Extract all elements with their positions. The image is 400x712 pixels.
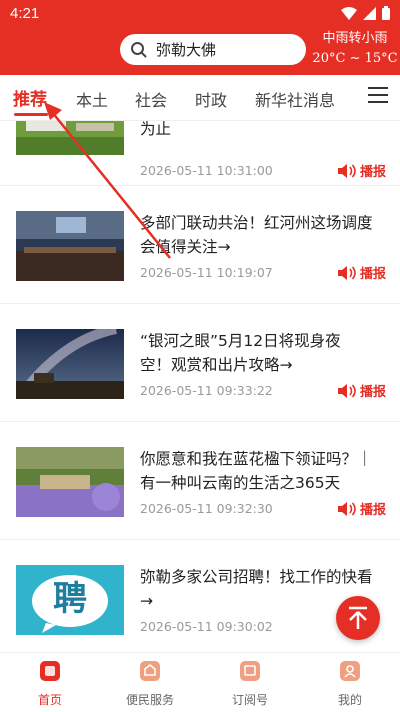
news-title: 为止 xyxy=(140,121,172,138)
search-icon xyxy=(131,41,147,58)
news-thumbnail xyxy=(16,447,124,517)
speaker-icon xyxy=(337,265,356,280)
signal-icon xyxy=(363,6,376,20)
nav-services[interactable]: 便民服务 xyxy=(110,659,190,708)
news-time: 2026-05-11 09:30:02 xyxy=(140,619,273,634)
news-thumbnail xyxy=(16,121,124,155)
scroll-to-top-button[interactable] xyxy=(336,596,380,640)
thumb-recruit-text: 聘 xyxy=(53,579,87,619)
nav-profile[interactable]: 我的 xyxy=(310,659,390,708)
news-time: 2026-05-11 10:19:07 xyxy=(140,265,273,280)
services-icon xyxy=(140,661,160,681)
audio-broadcast-button[interactable]: 播报 xyxy=(337,499,386,518)
speaker-icon xyxy=(337,501,356,516)
wifi-icon xyxy=(341,6,357,20)
audio-broadcast-button[interactable]: 播报 xyxy=(337,263,386,282)
speaker-icon xyxy=(337,383,356,398)
search-text: 弥勒大佛 xyxy=(156,41,217,59)
news-item[interactable]: 多部门联动共治！红河州这场调度 会值得关注→ 2026-05-11 10:19:… xyxy=(0,185,400,304)
news-time: 2026-05-11 10:31:00 xyxy=(140,163,273,178)
active-tab-indicator xyxy=(14,113,48,116)
news-time: 2026-05-11 09:33:22 xyxy=(140,383,273,398)
tab-politics[interactable]: 时政 xyxy=(195,87,227,111)
news-item[interactable]: 你愿意和我在蓝花楹下领证吗？｜ 有一种叫云南的生活之365天 2026-05-1… xyxy=(0,421,400,540)
news-title: 多部门联动共治！红河州这场调度 会值得关注→ xyxy=(140,214,373,256)
news-thumbnail xyxy=(16,329,124,399)
app-header: 4:21 弥勒大佛 中雨转小雨 20°C ~ 15°C xyxy=(0,0,400,75)
news-feed: 为止 2026-05-11 10:31:00 播报 多部门联动共治！红河州这场调… xyxy=(0,121,400,651)
category-tabs: 推荐 本土 社会 时政 新华社消息 xyxy=(0,75,400,121)
status-time: 4:21 xyxy=(10,5,40,22)
status-icons xyxy=(341,6,390,20)
menu-icon[interactable] xyxy=(368,87,388,105)
profile-icon xyxy=(340,661,360,681)
tab-local[interactable]: 本土 xyxy=(76,87,108,111)
battery-icon xyxy=(382,6,390,20)
nav-subscriptions[interactable]: 订阅号 xyxy=(210,659,290,708)
tab-recommend[interactable]: 推荐 xyxy=(13,85,47,110)
tab-society[interactable]: 社会 xyxy=(135,87,167,111)
speaker-icon xyxy=(337,163,356,178)
news-time: 2026-05-11 09:32:30 xyxy=(140,501,273,516)
audio-broadcast-button[interactable]: 播报 xyxy=(337,161,386,180)
news-item[interactable]: 为止 2026-05-11 10:31:00 播报 xyxy=(0,121,400,186)
news-thumbnail: 聘 xyxy=(16,565,124,635)
home-icon xyxy=(40,661,60,681)
weather-temperature: 20°C ~ 15°C xyxy=(312,51,398,66)
news-thumbnail xyxy=(16,211,124,281)
weather-condition: 中雨转小雨 xyxy=(322,31,388,46)
news-title: “银河之眼”5月12日将现身夜 空！观赏和出片攻略→ xyxy=(140,332,341,374)
nav-home[interactable]: 首页 xyxy=(10,659,90,708)
subscription-icon xyxy=(240,661,260,681)
weather-widget[interactable]: 中雨转小雨 20°C ~ 15°C xyxy=(312,30,398,68)
search-input[interactable]: 弥勒大佛 xyxy=(120,34,306,65)
bottom-nav: 首页 便民服务 订阅号 我的 xyxy=(0,652,400,712)
audio-broadcast-button[interactable]: 播报 xyxy=(337,381,386,400)
news-item[interactable]: “银河之眼”5月12日将现身夜 空！观赏和出片攻略→ 2026-05-11 09… xyxy=(0,303,400,422)
news-item[interactable]: 聘 弥勒多家公司招聘！找工作的快看 → 2026-05-11 09:30:02 xyxy=(0,539,400,651)
news-title: 你愿意和我在蓝花楹下领证吗？｜ 有一种叫云南的生活之365天 xyxy=(140,450,373,492)
tab-xinhua[interactable]: 新华社消息 xyxy=(255,87,335,111)
arrow-up-icon xyxy=(349,606,367,629)
